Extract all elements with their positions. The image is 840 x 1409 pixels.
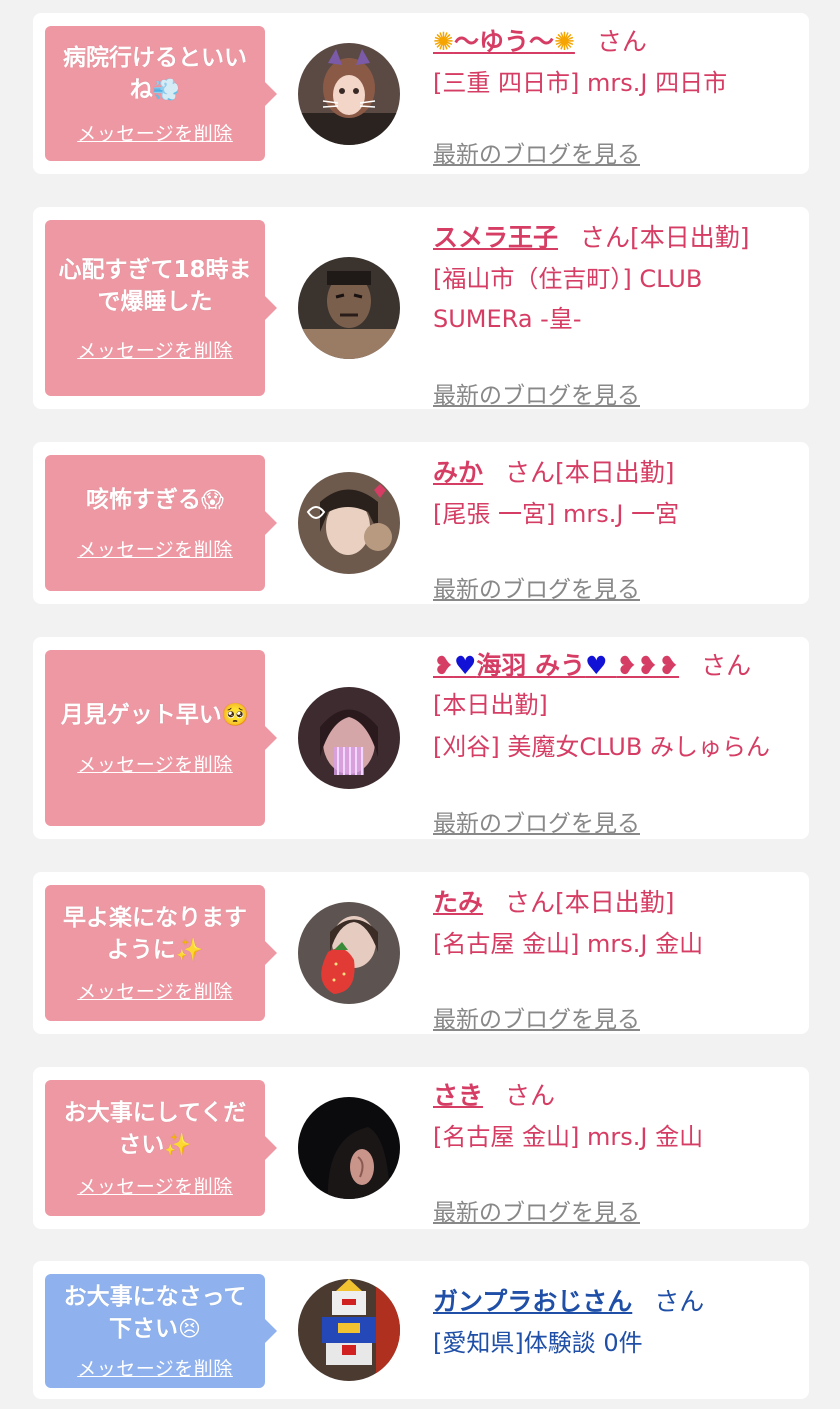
avatar[interactable] [298, 43, 400, 145]
message-card: 月見ゲット早い🥺 メッセージを削除 ❥♥海羽 みう♥ ❥❥❥ さん [本日出勤] … [33, 637, 809, 839]
view-blog-link[interactable]: 最新のブログを見る [433, 135, 640, 169]
cast-name-link[interactable]: ✺〜ゆう〜✺ [433, 27, 575, 56]
name-suffix: さん[本日出勤] [505, 888, 675, 917]
message-bubble: 咳怖すぎる😱 メッセージを削除 [45, 455, 277, 591]
message-card: 心配すぎて18時まで爆睡した メッセージを削除 スメラ王子 さん[本日出勤] [福… [33, 207, 809, 409]
review-count-info: [愛知県]体験談 0件 [433, 1329, 643, 1357]
delete-message-link[interactable]: メッセージを削除 [77, 1354, 233, 1381]
avatar[interactable] [298, 1279, 400, 1381]
message-card: 病院行けるといいね💨 メッセージを削除 ✺〜ゆう〜✺ さん [三重 四日市] mr… [33, 13, 809, 174]
persevering-face-icon: 😣 [178, 1317, 201, 1342]
name-suffix: さん [596, 27, 647, 56]
delete-message-link[interactable]: メッセージを削除 [77, 535, 233, 562]
message-text: お大事になさって下さい😣 [63, 1284, 247, 1342]
heart-icon: ❥ [433, 651, 454, 680]
delete-message-link[interactable]: メッセージを削除 [77, 977, 233, 1004]
message-text: 月見ゲット早い🥺 [60, 702, 250, 728]
shop-info: [刈谷] 美魔女CLUB みしゅらん [433, 733, 770, 761]
cast-name-link[interactable]: さき [433, 1081, 483, 1110]
shop-info: [三重 四日市] mrs.J 四日市 [433, 69, 728, 97]
member-name-link[interactable]: ガンプラおじさん [433, 1287, 632, 1316]
message-bubble: お大事にしてください✨ メッセージを削除 [45, 1080, 277, 1216]
message-bubble: 心配すぎて18時まで爆睡した メッセージを削除 [45, 220, 277, 396]
view-blog-link[interactable]: 最新のブログを見る [433, 1193, 640, 1227]
view-blog-link[interactable]: 最新のブログを見る [433, 376, 640, 410]
heart-icon: ♥ [585, 651, 608, 680]
view-blog-link[interactable]: 最新のブログを見る [433, 1000, 640, 1034]
avatar[interactable] [298, 1097, 400, 1199]
avatar[interactable] [298, 902, 400, 1004]
message-text: 病院行けるといいね💨 [63, 44, 247, 103]
cast-name-link[interactable]: たみ [433, 888, 483, 917]
scream-face-icon: 😱 [201, 488, 224, 513]
sparkles-icon: ✨ [175, 938, 204, 963]
delete-message-link[interactable]: メッセージを削除 [77, 119, 233, 146]
heart-icon: ❥❥❥ [616, 651, 680, 680]
message-text: お大事にしてください✨ [63, 1100, 247, 1158]
shop-info: [名古屋 金山] mrs.J 金山 [433, 930, 704, 958]
message-card: お大事になさって下さい😣 メッセージを削除 ガンプラおじさん さん [愛知県]体験… [33, 1261, 809, 1399]
sun-icon: ✺ [433, 27, 454, 56]
shop-info: [福山市（住吉町）] CLUB SUMERa -皇- [433, 265, 703, 333]
name-suffix: さん[本日出勤] [505, 458, 675, 487]
heart-icon: ♥ [453, 651, 477, 680]
message-bubble: 早よ楽になりますように✨ メッセージを削除 [45, 885, 277, 1021]
wind-face-icon: 💨 [152, 77, 181, 103]
view-blog-link[interactable]: 最新のブログを見る [433, 570, 640, 604]
message-card: お大事にしてください✨ メッセージを削除 さき さん [名古屋 金山] mrs.J… [33, 1067, 809, 1229]
cast-name-link[interactable]: スメラ王子 [433, 223, 558, 252]
name-suffix: さん [701, 651, 752, 680]
view-blog-link[interactable]: 最新のブログを見る [433, 804, 640, 838]
message-text: 咳怖すぎる😱 [86, 487, 224, 513]
avatar[interactable] [298, 687, 400, 789]
delete-message-link[interactable]: メッセージを削除 [77, 750, 233, 777]
name-suffix: さん[本日出勤] [580, 223, 750, 252]
message-bubble: 病院行けるといいね💨 メッセージを削除 [45, 26, 277, 161]
cast-name-link[interactable]: ❥♥海羽 みう♥ ❥❥❥ [433, 651, 679, 680]
message-text: 心配すぎて18時まで爆睡した [58, 256, 252, 315]
message-bubble: 月見ゲット早い🥺 メッセージを削除 [45, 650, 277, 826]
pleading-face-icon: 🥺 [221, 703, 250, 728]
name-suffix: さん [505, 1081, 556, 1110]
sparkles-icon: ✨ [164, 1133, 192, 1158]
shop-info: [尾張 一宮] mrs.J 一宮 [433, 500, 680, 528]
delete-message-link[interactable]: メッセージを削除 [77, 336, 233, 363]
sun-icon: ✺ [553, 27, 575, 56]
cast-name-link[interactable]: みか [433, 458, 483, 487]
message-card: 早よ楽になりますように✨ メッセージを削除 たみ さん[本日出勤] [名古屋 金山… [33, 872, 809, 1034]
status-label: [本日出勤] [433, 691, 548, 719]
delete-message-link[interactable]: メッセージを削除 [77, 1172, 233, 1199]
avatar[interactable] [298, 257, 400, 359]
message-text: 早よ楽になりますように✨ [63, 905, 247, 963]
name-suffix: さん [654, 1287, 705, 1316]
avatar[interactable] [298, 472, 400, 574]
shop-info: [名古屋 金山] mrs.J 金山 [433, 1123, 704, 1151]
message-card: 咳怖すぎる😱 メッセージを削除 みか さん[本日出勤] [尾張 一宮] mrs.J… [33, 442, 809, 604]
message-bubble: お大事になさって下さい😣 メッセージを削除 [45, 1274, 277, 1388]
